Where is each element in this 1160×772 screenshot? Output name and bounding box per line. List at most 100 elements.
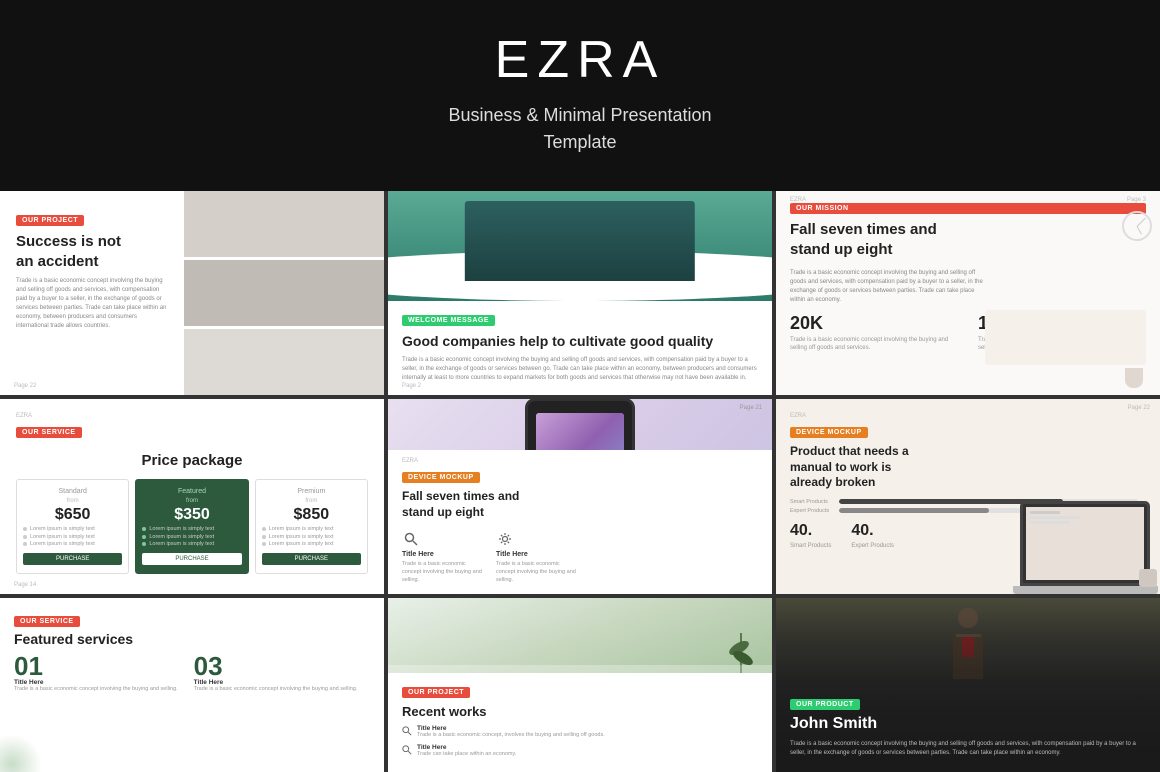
slide7-plant-decoration	[0, 732, 40, 772]
slide6-stat1: 40. Smart Products	[790, 522, 831, 550]
laptop-screen-outer	[1020, 501, 1150, 586]
price-cards: Standard from $650 Lorem ipsum is simply…	[16, 479, 368, 574]
slide5-tag: DEVICE MOCKUP	[402, 472, 480, 483]
slide6-brand: EZRA	[790, 413, 1138, 419]
price-feature-1-1: Lorem ipsum is simply text	[23, 526, 122, 532]
slide-john-smith: OUR PRODUCT John Smith Trade is a basic …	[776, 598, 1160, 772]
slide3-tag: OUR MISSION	[790, 203, 1146, 214]
slide5-content: EZRA DEVICE MOCKUP Fall seven times and …	[388, 450, 772, 594]
slide7-num2: 03 Title Here Trade is a basic economic …	[194, 653, 358, 694]
slide7-num1: 01 Title Here Trade is a basic economic …	[14, 653, 178, 694]
gear-icon	[496, 530, 514, 548]
laptop-device	[1005, 501, 1160, 594]
slide7-nums: 01 Title Here Trade is a basic economic …	[14, 653, 370, 694]
slide5-icon2: Title Here Trade is a basic economic con…	[496, 530, 576, 584]
slide1-img2	[184, 260, 384, 326]
slide8-image	[388, 598, 772, 673]
slide2-image	[388, 191, 772, 301]
laptop-screen-content	[1026, 507, 1144, 528]
slide2-content: WELCOME MESSAGE Good companies help to c…	[388, 301, 772, 395]
prog-bar-fill-2	[839, 508, 989, 513]
price-card-premium: Premium from $850 Lorem ipsum is simply …	[255, 479, 368, 574]
slide-featured-services: OUR SERVICE Featured services 01 Title H…	[0, 598, 384, 772]
slide4-page: Page 14	[14, 582, 36, 588]
slide1-img3	[184, 329, 384, 395]
slide-fall-seven: EZRA Page 3 OUR MISSION Fall seven times…	[776, 191, 1160, 395]
slide1-img1	[184, 191, 384, 257]
slide-good-companies: WELCOME MESSAGE Good companies help to c…	[388, 191, 772, 395]
price-card-standard: Standard from $650 Lorem ipsum is simply…	[16, 479, 129, 574]
price-feature-2-3: Lorem ipsum is simply text	[142, 541, 241, 547]
slide-tablet-mockup: EZRA DEVICE MOCKUP Fall seven times and …	[388, 399, 772, 594]
app-subtitle: Business & Minimal Presentation Template	[20, 102, 1140, 156]
slide6-tag: DEVICE MOCKUP	[790, 427, 868, 438]
slide2-building	[465, 201, 695, 281]
slide3-heading: Fall seven times and stand up eight	[790, 220, 986, 259]
slides-grid: OUR PROJECT Success is not an accident T…	[0, 191, 1160, 772]
header: EZRA Good help good EZRA Business & Mini…	[0, 0, 1160, 191]
slide4-brand: EZRA	[16, 413, 368, 419]
search-icon-1	[402, 726, 412, 736]
slide8-heading: Recent works	[402, 704, 758, 721]
slide8-works: Title Here Trade is a basic economic con…	[402, 725, 758, 758]
app-title: EZRA	[20, 30, 1140, 90]
slide-success: OUR PROJECT Success is not an accident T…	[0, 191, 384, 395]
slide2-tag: WELCOME MESSAGE	[402, 315, 495, 326]
price-feature-3-1: Lorem ipsum is simply text	[262, 526, 361, 532]
slide9-heading: John Smith	[790, 714, 1146, 735]
slide9-tag: OUR PRODUCT	[790, 699, 860, 710]
slide3-page-top: Page 3	[1127, 197, 1146, 203]
price-feature-1-2: Lorem ipsum is simply text	[23, 534, 122, 540]
works-item-1-text: Title Here Trade is a basic economic con…	[417, 725, 605, 740]
price-feature-3-2: Lorem ipsum is simply text	[262, 534, 361, 540]
slide3-brand: EZRA	[790, 197, 806, 203]
price-card-featured: Featured from $350 Lorem ipsum is simply…	[135, 479, 248, 574]
slide7-tag: OUR SERVICE	[14, 616, 80, 627]
chair-decoration	[1135, 569, 1160, 594]
search-icon	[402, 530, 420, 548]
price-feature-1-3: Lorem ipsum is simply text	[23, 541, 122, 547]
slide1-heading: Success is not an accident	[16, 232, 168, 271]
header-content: EZRA Business & Minimal Presentation Tem…	[0, 0, 1160, 191]
slide9-body: Trade is a basic economic concept involv…	[790, 740, 1146, 758]
slide8-tag: OUR PROJECT	[402, 687, 470, 698]
slide5-heading: Fall seven times and stand up eight	[402, 489, 758, 520]
shelf	[388, 665, 772, 673]
slide5-page: Page 21	[740, 405, 762, 411]
slide6-stat2: 40. Expert Products	[851, 522, 894, 550]
purchase-btn-3[interactable]: PURCHASE	[262, 553, 361, 565]
slide3-body: Trade is a basic economic concept involv…	[790, 269, 986, 305]
slide3-box	[985, 310, 1146, 365]
price-feature-3-3: Lorem ipsum is simply text	[262, 541, 361, 547]
slide-recent-works: OUR PROJECT Recent works Title Here Trad…	[388, 598, 772, 772]
slide1-tag: OUR PROJECT	[16, 215, 84, 226]
price-feature-2-1: Lorem ipsum is simply text	[142, 526, 241, 532]
slide2-body: Trade is a basic economic concept involv…	[402, 356, 758, 383]
slide2-heading: Good companies help to cultivate good qu…	[402, 332, 758, 350]
price-feature-2-2: Lorem ipsum is simply text	[142, 534, 241, 540]
slide3-stat1: 20K Trade is a basic economic concept in…	[790, 313, 958, 353]
works-item-2-text: Title Here Trade can take place within a…	[417, 744, 516, 759]
purchase-btn-1[interactable]: PURCHASE	[23, 553, 122, 565]
works-item-1: Title Here Trade is a basic economic con…	[402, 725, 758, 740]
slide7-heading: Featured services	[14, 631, 370, 647]
slide1-images	[184, 191, 384, 395]
slide1-body: Trade is a basic economic concept involv…	[16, 277, 168, 331]
slide5-brand: EZRA	[402, 458, 758, 464]
slide-price: EZRA OUR SERVICE Price package Standard …	[0, 399, 384, 594]
slide3-clock-decoration	[1122, 211, 1152, 241]
slide1-page: Page 22	[14, 383, 36, 389]
slide8-content: OUR PROJECT Recent works Title Here Trad…	[388, 673, 772, 772]
laptop-screen-inner	[1026, 507, 1144, 580]
slide6-page: Page 22	[1128, 405, 1150, 411]
slide4-tag: OUR SERVICE	[16, 427, 82, 438]
purchase-btn-2[interactable]: PURCHASE	[142, 553, 241, 565]
search-icon-2	[402, 745, 412, 755]
slide-product-manual: EZRA DEVICE MOCKUP Product that needs a …	[776, 399, 1160, 594]
slide5-icons: Title Here Trade is a basic economic con…	[402, 530, 758, 584]
slide4-heading: Price package	[16, 452, 368, 469]
slide5-icon1: Title Here Trade is a basic economic con…	[402, 530, 482, 584]
slide9-content: OUR PRODUCT John Smith Trade is a basic …	[776, 683, 1160, 772]
works-item-2: Title Here Trade can take place within a…	[402, 744, 758, 759]
slide2-page: Page 2	[402, 383, 421, 389]
